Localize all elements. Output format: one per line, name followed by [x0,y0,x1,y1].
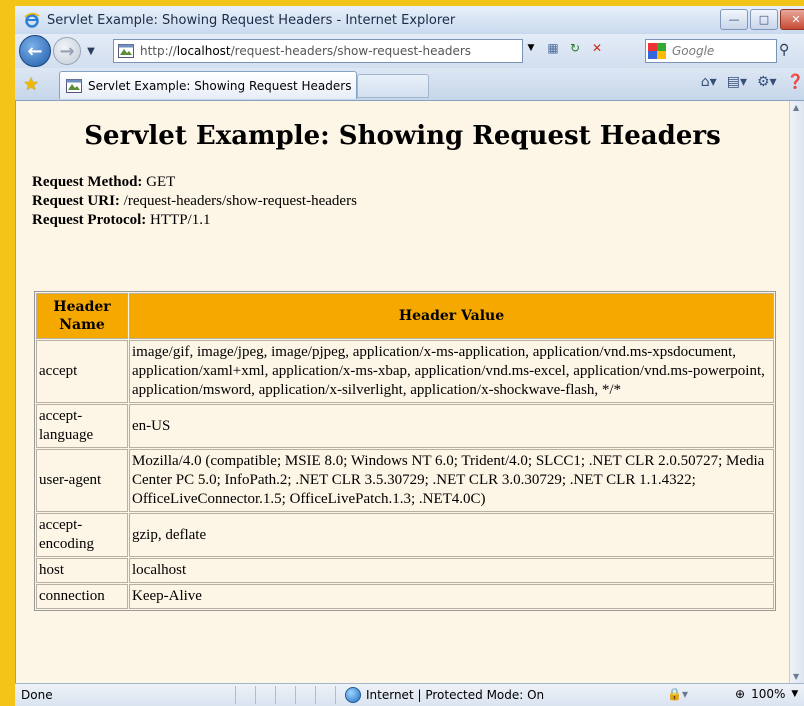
header-value-cell: localhost [129,558,774,583]
stop-icon[interactable]: ✕ [589,41,605,55]
url-text: http://localhost/request-headers/show-re… [140,44,472,58]
header-value-cell: Keep-Alive [129,584,774,609]
compatibility-view-icon[interactable]: ▦ [545,41,561,55]
window-title: Servlet Example: Showing Request Headers… [47,12,456,28]
header-value-cell: Mozilla/4.0 (compatible; MSIE 8.0; Windo… [129,449,774,512]
status-divider [235,686,236,704]
history-dropdown-icon[interactable]: ▼ [85,46,97,57]
request-uri-line: Request URI: /request-headers/show-reque… [32,193,357,209]
search-icon[interactable]: ⚲ [779,42,789,58]
zoom-dropdown-icon[interactable]: ▼ [791,689,798,699]
table-row: connection Keep-Alive [36,584,774,609]
column-header-name: Header Name [36,293,128,339]
security-zone[interactable]: Internet | Protected Mode: On [345,687,544,703]
favorites-star-icon[interactable]: ★ [23,74,39,95]
request-info: Request Method: GET Request URI: /reques… [32,173,789,230]
close-icon[interactable]: ✕ [780,9,804,30]
url-tools: ▼ ▦ ↻ ✕ [523,41,605,55]
headers-table: Header Name Header Value accept image/gif… [34,291,776,611]
table-row: accept image/gif, image/jpeg, image/pjpeg… [36,340,774,403]
command-bar: ⌂▾ ▤▾ ⚙▾ ❓ [701,74,804,90]
status-divider [255,686,256,704]
request-method-line: Request Method: GET [32,174,176,190]
header-name-cell: host [36,558,128,583]
header-name-cell: accept [36,340,128,403]
scroll-down-icon[interactable]: ▼ [793,672,799,681]
forward-button[interactable]: → [53,37,81,65]
tab-label: Servlet Example: Showing Request Headers [88,78,352,93]
search-input[interactable]: Google [645,39,777,63]
protected-mode-dropdown-icon[interactable]: 🔒▾ [667,687,688,701]
header-name-cell: user-agent [36,449,128,512]
scroll-up-icon[interactable]: ▲ [793,103,799,112]
request-protocol-line: Request Protocol: HTTP/1.1 [32,212,211,228]
back-button[interactable]: ← [19,35,51,67]
header-value-cell: image/gif, image/jpeg, image/pjpeg, appl… [129,340,774,403]
browser-window: Servlet Example: Showing Request Headers… [15,6,804,706]
page-title: Servlet Example: Showing Request Headers [84,121,721,151]
header-value-cell: en-US [129,404,774,448]
page-icon [118,44,134,58]
address-dropdown-icon[interactable]: ▼ [523,43,539,53]
window-controls: — □ ✕ [720,9,804,30]
status-divider [335,686,336,704]
zoom-level: 100% [751,687,786,701]
google-icon [648,43,666,59]
status-bar: Done Internet | Protected Mode: On 🔒▾ ⊕ … [15,683,804,706]
maximize-icon[interactable]: □ [750,9,778,30]
minimize-icon[interactable]: — [720,9,748,30]
tab-bar: ★ Servlet Example: Showing Request Heade… [15,68,804,101]
new-tab-button[interactable] [357,74,429,98]
url-field[interactable]: http://localhost/request-headers/show-re… [113,39,523,63]
page-icon [66,78,82,93]
status-divider [315,686,316,704]
tools-gear-icon[interactable]: ⚙▾ [757,74,777,90]
ie-logo-icon [23,11,41,29]
zoom-control[interactable]: ⊕ 100% ▼ [735,687,798,701]
refresh-icon[interactable]: ↻ [567,41,583,55]
title-bar: Servlet Example: Showing Request Headers… [15,6,804,34]
home-icon[interactable]: ⌂▾ [701,74,717,90]
table-row: accept-encoding gzip, deflate [36,513,774,557]
search-placeholder: Google [672,44,715,58]
table-row: host localhost [36,558,774,583]
tab-servlet-example[interactable]: Servlet Example: Showing Request Headers [59,71,357,99]
column-header-value: Header Value [129,293,774,339]
table-row: accept-language en-US [36,404,774,448]
address-bar: ← → ▼ http://localhost/request-headers/s… [15,34,804,68]
header-name-cell: accept-language [36,404,128,448]
page-content: Servlet Example: Showing Request Headers… [15,101,789,683]
zone-text: Internet | Protected Mode: On [366,688,545,702]
table-header-row: Header Name Header Value [36,293,774,339]
header-name-cell: connection [36,584,128,609]
help-icon[interactable]: ❓ [787,74,804,90]
zoom-magnifier-icon: ⊕ [735,687,746,701]
status-divider [295,686,296,704]
page-menu-icon[interactable]: ▤▾ [727,74,747,90]
table-row: user-agent Mozilla/4.0 (compatible; MSIE … [36,449,774,512]
status-divider [275,686,276,704]
status-text: Done [21,688,53,702]
header-value-cell: gzip, deflate [129,513,774,557]
vertical-scrollbar[interactable]: ▲ ▼ [789,101,804,683]
header-name-cell: accept-encoding [36,513,128,557]
globe-icon [345,687,361,703]
